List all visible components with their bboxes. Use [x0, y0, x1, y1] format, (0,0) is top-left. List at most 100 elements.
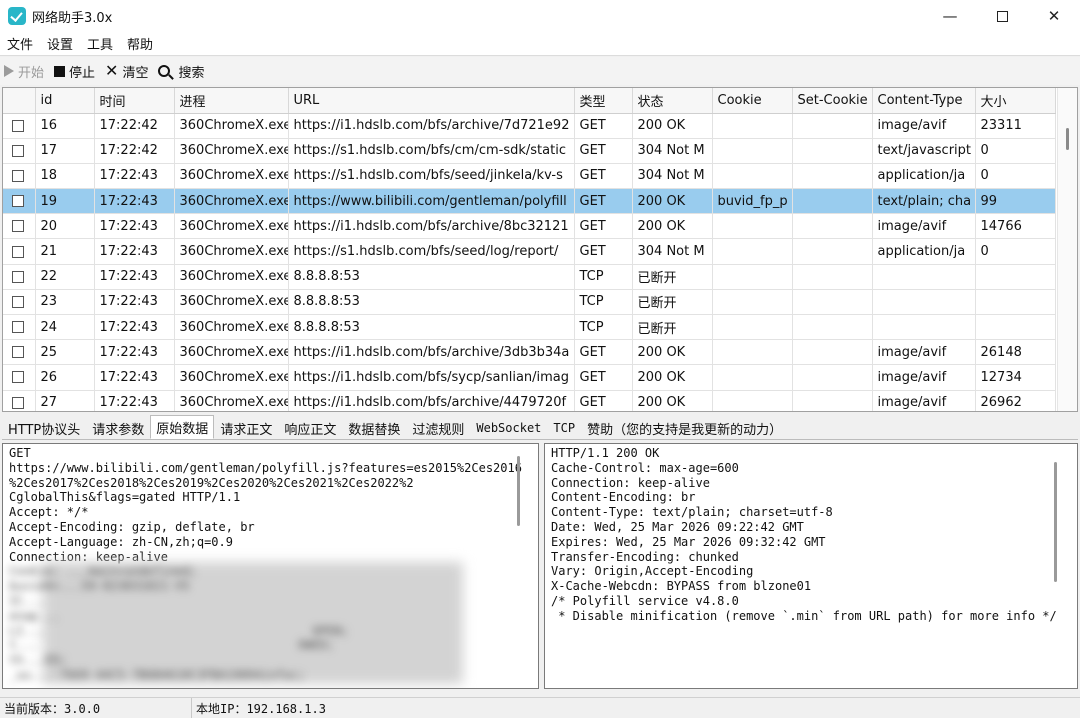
table-body: 16 17:22:42 360ChromeX.exe https://i1.hdslb… — [3, 113, 1056, 411]
cell-set-cookie — [792, 138, 873, 164]
cell-process: 360ChromeX.exe — [174, 138, 289, 164]
tab-5[interactable]: 数据替换 — [342, 417, 406, 439]
tab-7[interactable]: WebSocket — [470, 417, 547, 439]
tab-9[interactable]: 赞助（您的支持是我更新的动力） — [581, 417, 788, 439]
stop-label: 停止 — [69, 65, 96, 81]
search-icon — [158, 65, 171, 77]
table-row[interactable]: 20 17:22:43 360ChromeX.exe https://i1.hdslb… — [3, 213, 1056, 240]
tab-0[interactable]: HTTP协议头 — [2, 417, 86, 439]
cell-cookie — [712, 213, 793, 240]
cell-status: 304 Not M — [632, 138, 713, 164]
cell-content-type: image/avif — [872, 339, 976, 366]
column-header-time[interactable]: 时间 — [94, 88, 175, 114]
column-header-select[interactable] — [3, 88, 36, 114]
row-checkbox-cell — [3, 238, 36, 265]
raw-line: Content-Type: text/plain; charset=utf-8 — [551, 505, 833, 520]
row-checkbox-cell — [3, 138, 36, 164]
cell-size: 0 — [975, 138, 1056, 164]
cell-status: 200 OK — [632, 188, 713, 215]
column-header-cookie[interactable]: Cookie — [712, 88, 793, 114]
table-row[interactable]: 18 17:22:43 360ChromeX.exe https://s1.hdslb… — [3, 163, 1056, 190]
row-checkbox[interactable] — [12, 321, 24, 334]
tab-8[interactable]: TCP — [547, 417, 581, 439]
cell-size — [975, 314, 1056, 341]
row-checkbox[interactable] — [12, 144, 24, 157]
row-checkbox[interactable] — [12, 245, 24, 258]
table-scrollbar[interactable] — [1057, 88, 1077, 411]
stop-button[interactable]: 停止 — [54, 62, 95, 81]
cell-content-type: application/ja — [872, 238, 976, 265]
row-checkbox[interactable] — [12, 119, 24, 132]
column-header-id[interactable]: id — [35, 88, 95, 114]
cell-process: 360ChromeX.exe — [174, 264, 289, 290]
row-checkbox[interactable] — [12, 195, 24, 208]
row-checkbox[interactable] — [12, 220, 24, 233]
column-header-process[interactable]: 进程 — [174, 88, 289, 114]
table-row[interactable]: 17 17:22:42 360ChromeX.exe https://s1.hdslb… — [3, 138, 1056, 164]
table-scroll-thumb[interactable] — [1066, 128, 1069, 150]
response-raw-pane[interactable]: HTTP/1.1 200 OK Cache-Control: max-age=60… — [544, 443, 1078, 689]
table-row[interactable]: 21 17:22:43 360ChromeX.exe https://s1.hdslb… — [3, 238, 1056, 265]
request-pane-scrollbar[interactable] — [517, 456, 520, 526]
tab-1[interactable]: 请求参数 — [86, 417, 150, 439]
column-header-content-type[interactable]: Content-Type — [872, 88, 976, 114]
menu-tools[interactable]: 工具 — [80, 34, 120, 53]
row-checkbox[interactable] — [12, 270, 24, 283]
start-button[interactable]: 开始 — [4, 62, 44, 81]
clear-button[interactable]: ✕ 清空 — [105, 62, 148, 81]
raw-line: Content-Encoding: br — [551, 490, 696, 505]
cell-content-type: image/avif — [872, 364, 976, 391]
tab-3[interactable]: 请求正文 — [214, 417, 278, 439]
request-raw-pane[interactable]: GET https://www.bilibili.com/gentleman/po… — [2, 443, 539, 689]
status-version: 当前版本：3.0.0 — [0, 698, 192, 718]
column-header-type[interactable]: 类型 — [574, 88, 633, 114]
search-button[interactable]: 搜索 — [158, 62, 204, 81]
row-checkbox[interactable] — [12, 169, 24, 182]
cell-type: GET — [574, 113, 633, 139]
table-row[interactable]: 16 17:22:42 360ChromeX.exe https://i1.hdslb… — [3, 113, 1056, 139]
table-row[interactable]: 22 17:22:43 360ChromeX.exe 8.8.8.8:53 TCP 已断开 — [3, 264, 1056, 290]
table-row[interactable]: 24 17:22:43 360ChromeX.exe 8.8.8.8:53 TCP 已断开 — [3, 314, 1056, 341]
cell-type: TCP — [574, 314, 633, 341]
menu-file[interactable]: 文件 — [0, 34, 40, 53]
response-pane-scrollbar[interactable] — [1054, 462, 1057, 582]
minimize-button[interactable]: — — [924, 0, 976, 32]
tab-2[interactable]: 原始数据 — [150, 415, 215, 439]
column-header-url[interactable]: URL — [288, 88, 575, 114]
cell-time: 17:22:43 — [94, 188, 175, 215]
table-row[interactable]: 19 17:22:43 360ChromeX.exe https://www.bili… — [3, 188, 1056, 215]
close-button[interactable]: ✕ — [1028, 0, 1080, 32]
cell-cookie: buvid_fp_p — [712, 188, 793, 215]
row-checkbox[interactable] — [12, 295, 24, 308]
maximize-button[interactable] — [976, 0, 1028, 32]
raw-line: enap... — [9, 608, 60, 623]
row-checkbox[interactable] — [12, 371, 24, 384]
raw-line: Accept: */* — [9, 505, 89, 520]
cell-type: GET — [574, 339, 633, 366]
cell-cookie — [712, 138, 793, 164]
window-controls: — ✕ — [924, 0, 1080, 32]
table-row[interactable]: 26 17:22:43 360ChromeX.exe https://i1.hdslb… — [3, 364, 1056, 391]
table-row[interactable]: 25 17:22:43 360ChromeX.exe https://i1.hdslb… — [3, 339, 1056, 366]
cell-set-cookie — [792, 339, 873, 366]
cell-status: 已断开 — [632, 289, 713, 316]
tab-4[interactable]: 响应正文 — [278, 417, 342, 439]
cell-url: 8.8.8.8:53 — [288, 289, 575, 316]
row-checkbox[interactable] — [12, 346, 24, 359]
tab-6[interactable]: 过滤规则 — [406, 417, 470, 439]
toolbar: 开始 停止 ✕ 清空 搜索 — [0, 57, 1080, 85]
row-checkbox[interactable] — [12, 396, 24, 409]
raw-line: Transfer-Encoding: chunked — [551, 549, 739, 564]
column-header-set-cookie[interactable]: Set-Cookie — [792, 88, 873, 114]
column-header-size[interactable]: 大小 — [975, 88, 1056, 114]
raw-line: IC... — [9, 593, 46, 608]
cell-url: https://i1.hdslb.com/bfs/archive/8bc3212… — [288, 213, 575, 240]
table-row[interactable]: 23 17:22:43 360ChromeX.exe 8.8.8.8:53 TCP 已断开 — [3, 289, 1056, 316]
menu-help[interactable]: 帮助 — [120, 34, 160, 53]
table-row[interactable]: 27 17:22:43 360ChromeX.exe https://i1.hdslb… — [3, 390, 1056, 411]
column-header-status[interactable]: 状态 — [632, 88, 713, 114]
cell-status: 已断开 — [632, 314, 713, 341]
cell-set-cookie — [792, 113, 873, 139]
request-table: id 时间 进程 URL 类型 状态 Cookie Set-Cookie Con… — [2, 87, 1078, 412]
menu-settings[interactable]: 设置 — [40, 34, 80, 53]
